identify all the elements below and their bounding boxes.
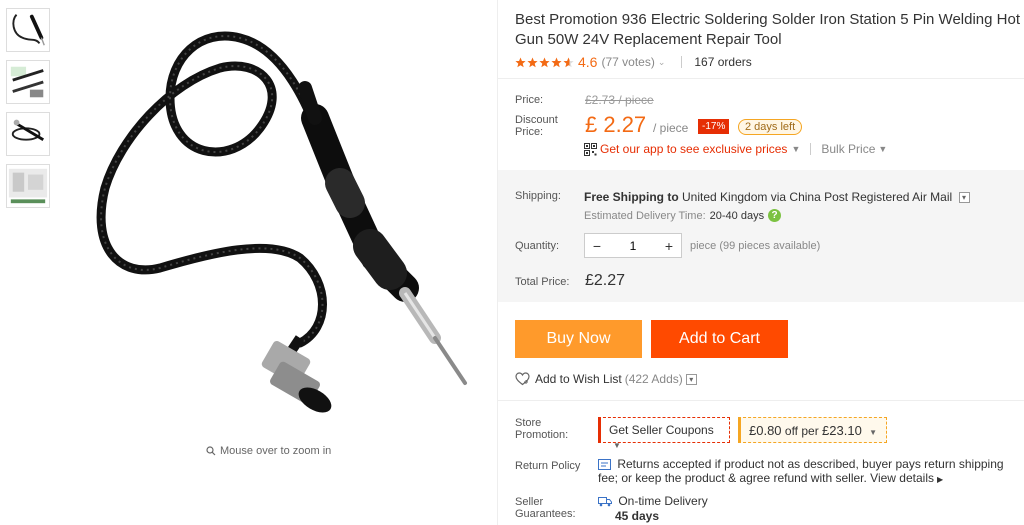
coupon-amount: £0.80 (749, 423, 782, 438)
total-price-label: Total Price: (515, 276, 570, 288)
estimated-delivery: Estimated Delivery Time: 20-40 days ? (584, 209, 782, 222)
product-detail-panel: Best Promotion 936 Electric Soldering So… (497, 0, 1024, 525)
product-main-image[interactable] (60, 8, 490, 428)
thumbnail-2-image (10, 66, 44, 98)
product-title: Best Promotion 936 Electric Soldering So… (515, 11, 1020, 48)
guarantee-days: 45 days (615, 509, 660, 523)
discount-price: £ 2.27 (585, 112, 647, 137)
get-seller-coupons-button[interactable]: Get Seller Coupons ▼ (598, 417, 730, 450)
star-icon (527, 57, 538, 68)
star-icon (515, 57, 526, 68)
return-policy-label: Return Policy (515, 460, 581, 472)
star-icon (539, 57, 550, 68)
qr-code-icon (584, 142, 597, 156)
quantity-input[interactable] (609, 238, 657, 253)
quantity-stepper: − + (584, 233, 682, 258)
return-icon (598, 459, 611, 471)
zoom-hint-text: Mouse over to zoom in (220, 445, 332, 457)
thumbnail-1[interactable] (6, 8, 50, 52)
wishlist-row[interactable]: Add to Wish List (422 Adds) ▾ (515, 372, 697, 386)
thumbnail-1-image (12, 14, 45, 46)
heart-icon[interactable] (515, 372, 530, 386)
chevron-down-icon[interactable]: ⌄ (658, 57, 666, 68)
truck-icon (598, 497, 612, 507)
add-to-cart-button[interactable]: Add to Cart (651, 320, 788, 358)
chevron-down-icon[interactable]: ▼ (878, 144, 887, 154)
star-icon (551, 57, 562, 68)
wishlist-link[interactable]: Add to Wish List (535, 372, 622, 386)
divider (810, 143, 812, 155)
original-price: £2.73 / piece (585, 93, 654, 107)
orders-count: 167 orders (694, 55, 752, 69)
shipping-label: Shipping: (515, 190, 561, 202)
zoom-hint: Mouse over to zoom in (206, 445, 331, 457)
price-label: Price: (515, 94, 544, 106)
coupon-button-label: Get Seller Coupons (609, 423, 714, 437)
guarantee-text: On-time Delivery (618, 494, 708, 508)
estimated-delivery-days: 20-40 days (709, 209, 765, 222)
thumbnail-2[interactable] (6, 60, 50, 104)
thumbnail-3-image (11, 119, 45, 141)
star-rating (515, 57, 574, 68)
chevron-down-icon: ▼ (613, 441, 621, 450)
price-unit: / piece (653, 121, 689, 135)
days-left-badge: 2 days left (738, 119, 803, 135)
coupon-threshold: £23.10 (822, 423, 862, 438)
soldering-iron-image (96, 31, 467, 413)
star-half-icon (563, 57, 574, 68)
votes-link[interactable]: (77 votes) (601, 55, 654, 69)
thumbnail-4-image (8, 168, 48, 204)
shipping-info: Free Shipping to United Kingdom via Chin… (584, 190, 970, 204)
app-promo-link[interactable]: Get our app to see exclusive prices (600, 142, 787, 156)
total-price: £2.27 (585, 272, 626, 289)
rating-value: 4.6 (578, 54, 598, 70)
thumbnail-list (6, 8, 52, 216)
quantity-decrease-button[interactable]: − (585, 238, 609, 254)
thumbnail-4[interactable] (6, 164, 50, 208)
discount-badge: -17% (698, 119, 730, 134)
wishlist-count: (422 Adds) (624, 372, 683, 386)
shipping-destination[interactable]: United Kingdom via China Post Registered… (682, 190, 952, 204)
chevron-down-icon: ▼ (869, 428, 878, 437)
quantity-available: piece (99 pieces available) (690, 240, 821, 252)
store-promotion-label: Store Promotion: (515, 417, 569, 441)
seller-guarantee: On-time Delivery 45 days (598, 494, 708, 524)
rating-row: 4.6 (77 votes) ⌄ 167 orders (515, 54, 752, 70)
app-promo-row: Get our app to see exclusive prices ▼ Bu… (584, 142, 887, 156)
divider (498, 400, 1024, 401)
divider (681, 56, 683, 68)
shipping-dropdown-button[interactable]: ▾ (958, 192, 970, 204)
view-details-link[interactable]: View details ▶ (870, 471, 943, 485)
divider (498, 78, 1024, 79)
quantity-label: Quantity: (515, 240, 560, 252)
seller-guarantees-label: Seller Guarantees: (515, 496, 576, 520)
coupon-off-text: off per (784, 424, 819, 438)
buy-now-button[interactable]: Buy Now (515, 320, 642, 358)
free-shipping-text: Free Shipping to (584, 190, 679, 204)
wishlist-dropdown-button[interactable]: ▾ (685, 373, 697, 385)
magnifier-icon (206, 446, 216, 456)
thumbnail-3[interactable] (6, 112, 50, 156)
estimated-delivery-label: Estimated Delivery Time: (584, 209, 706, 222)
return-policy: Returns accepted if product not as descr… (598, 457, 1024, 487)
quantity-increase-button[interactable]: + (657, 238, 681, 254)
discount-price-label: Discount Price: (515, 114, 558, 138)
chevron-down-icon[interactable]: ▼ (791, 144, 800, 154)
help-icon[interactable]: ? (768, 209, 782, 222)
bulk-price-link[interactable]: Bulk Price (821, 142, 875, 156)
seller-coupon-offer[interactable]: £0.80 off per £23.10 ▼ (738, 417, 887, 443)
